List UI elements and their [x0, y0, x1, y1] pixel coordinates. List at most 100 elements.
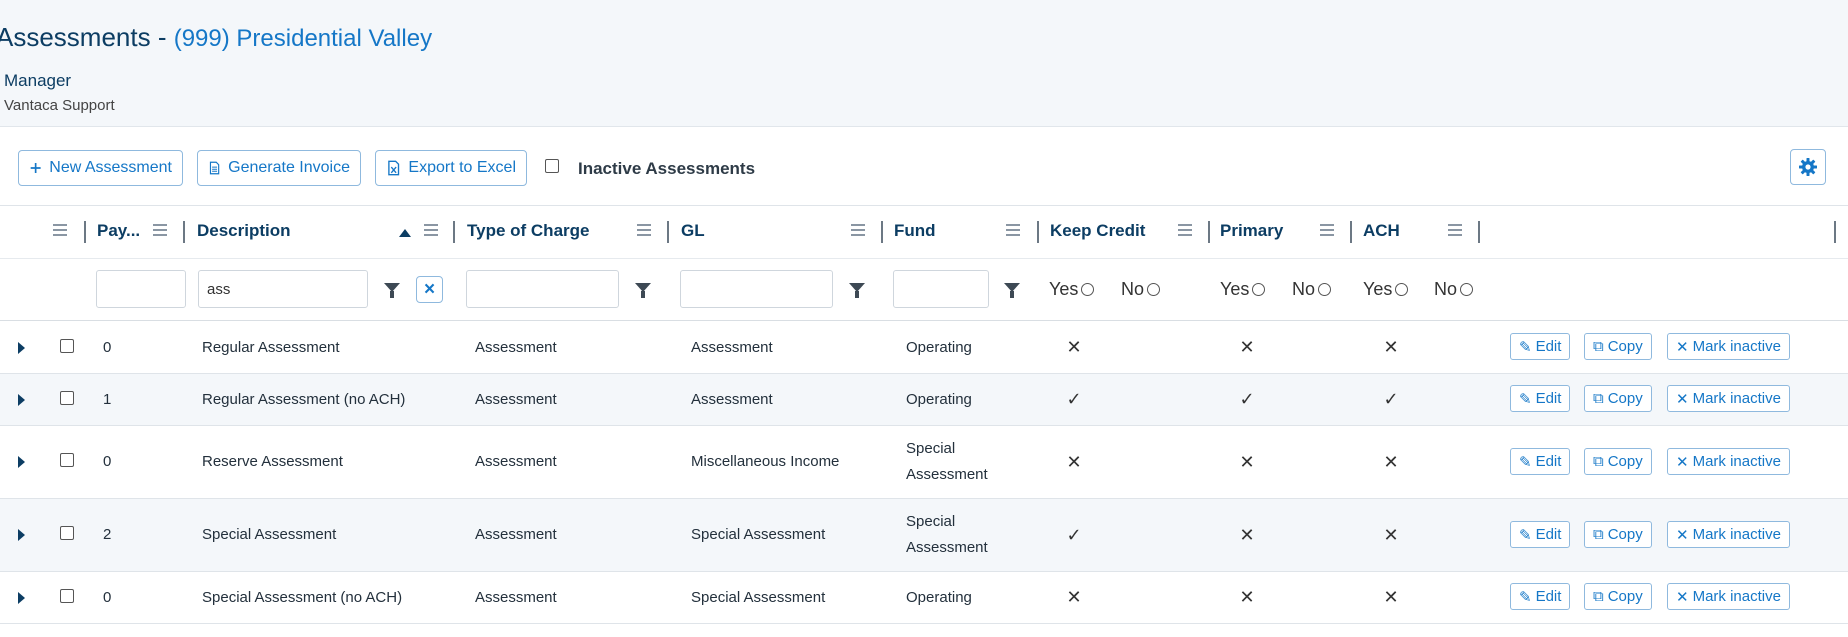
row-checkbox[interactable]	[60, 526, 74, 540]
column-menu-icon[interactable]	[1178, 224, 1192, 237]
mark-inactive-label: Mark inactive	[1692, 338, 1781, 355]
pencil-icon: ✎	[1519, 526, 1532, 544]
table-row[interactable]: 1 Regular Assessment (no ACH) Assessment…	[0, 374, 1848, 426]
row-checkbox[interactable]	[60, 453, 74, 467]
column-menu-icon[interactable]	[1006, 224, 1020, 237]
copy-button[interactable]: ⧉ Copy	[1584, 448, 1652, 475]
pencil-icon: ✎	[1519, 390, 1532, 408]
edit-button[interactable]: ✎ Edit	[1510, 521, 1571, 548]
mark-inactive-button[interactable]: ✕ Mark inactive	[1667, 385, 1790, 412]
clear-filter-button[interactable]: ×	[416, 276, 443, 303]
table-row[interactable]: 0 Special Assessment (no ACH) Assessment…	[0, 572, 1848, 624]
radio-button[interactable]	[1147, 282, 1161, 296]
cell-gl: Assessment	[691, 391, 773, 408]
expand-caret-icon[interactable]	[18, 529, 25, 541]
expand-caret-icon[interactable]	[18, 592, 25, 604]
keep-credit-no-radio[interactable]: No	[1121, 279, 1161, 300]
edit-button[interactable]: ✎ Edit	[1510, 333, 1571, 360]
column-menu-icon[interactable]	[637, 224, 651, 237]
pay-filter-input[interactable]	[96, 270, 186, 308]
association-link[interactable]: (999) Presidential Valley	[174, 25, 432, 52]
settings-button[interactable]	[1790, 149, 1826, 185]
column-menu-icon[interactable]	[53, 224, 67, 237]
description-filter-input[interactable]: ass	[198, 270, 368, 308]
column-separator[interactable]	[667, 221, 669, 243]
column-header-pay[interactable]: Pay...	[97, 221, 140, 241]
mark-inactive-button[interactable]: ✕ Mark inactive	[1667, 583, 1790, 610]
radio-button[interactable]	[1318, 282, 1332, 296]
manager-label: Manager	[4, 71, 72, 90]
new-assessment-button[interactable]: New Assessment	[18, 150, 183, 186]
ach-value: ✕	[1383, 525, 1399, 545]
column-separator[interactable]	[1350, 221, 1352, 243]
radio-button[interactable]	[1395, 282, 1409, 296]
column-menu-icon[interactable]	[1448, 224, 1462, 237]
ach-no-radio[interactable]: No	[1434, 279, 1474, 300]
column-separator[interactable]	[1834, 221, 1836, 243]
column-header-fund[interactable]: Fund	[894, 221, 936, 241]
edit-button[interactable]: ✎ Edit	[1510, 583, 1571, 610]
fund-filter-input[interactable]	[893, 270, 989, 308]
table-row[interactable]: 0 Reserve Assessment Assessment Miscella…	[0, 426, 1848, 499]
generate-invoice-button[interactable]: Generate Invoice	[197, 150, 361, 186]
gl-filter-input[interactable]	[680, 270, 833, 308]
copy-button[interactable]: ⧉ Copy	[1584, 583, 1652, 610]
column-separator[interactable]	[453, 221, 455, 243]
column-menu-icon[interactable]	[153, 224, 167, 237]
edit-button[interactable]: ✎ Edit	[1510, 448, 1571, 475]
table-row[interactable]: 0 Regular Assessment Assessment Assessme…	[0, 322, 1848, 374]
cell-type: Assessment	[475, 526, 557, 543]
row-checkbox[interactable]	[60, 589, 74, 603]
column-separator[interactable]	[881, 221, 883, 243]
ach-yes-radio[interactable]: Yes	[1363, 279, 1409, 300]
column-separator[interactable]	[1037, 221, 1039, 243]
column-separator[interactable]	[183, 221, 185, 243]
radio-button[interactable]	[1081, 282, 1095, 296]
mark-inactive-button[interactable]: ✕ Mark inactive	[1667, 333, 1790, 360]
edit-button[interactable]: ✎ Edit	[1510, 385, 1571, 412]
cell-type: Assessment	[475, 391, 557, 408]
filter-icon[interactable]	[635, 283, 651, 298]
radio-button[interactable]	[1460, 282, 1474, 296]
column-header-description[interactable]: Description	[197, 221, 291, 241]
primary-no-radio[interactable]: No	[1292, 279, 1332, 300]
copy-button[interactable]: ⧉ Copy	[1584, 333, 1652, 360]
copy-button[interactable]: ⧉ Copy	[1584, 521, 1652, 548]
row-checkbox[interactable]	[60, 391, 74, 405]
column-header-type-of-charge[interactable]: Type of Charge	[467, 221, 589, 241]
inactive-assessments-checkbox[interactable]	[545, 159, 559, 173]
column-header-keep-credit[interactable]: Keep Credit	[1050, 221, 1145, 241]
copy-label: Copy	[1607, 526, 1643, 543]
copy-button[interactable]: ⧉ Copy	[1584, 385, 1652, 412]
expand-caret-icon[interactable]	[18, 342, 25, 354]
primary-yes-radio[interactable]: Yes	[1220, 279, 1266, 300]
filter-icon[interactable]	[384, 283, 400, 298]
column-header-gl[interactable]: GL	[681, 221, 705, 241]
cell-gl: Assessment	[691, 339, 773, 356]
copy-label: Copy	[1607, 338, 1643, 355]
expand-caret-icon[interactable]	[18, 456, 25, 468]
excel-icon	[388, 160, 400, 176]
column-menu-icon[interactable]	[1320, 224, 1334, 237]
filter-icon[interactable]	[849, 283, 865, 298]
table-row[interactable]: 2 Special Assessment Assessment Special …	[0, 499, 1848, 572]
close-icon: ✕	[1676, 338, 1689, 356]
column-header-ach[interactable]: ACH	[1363, 221, 1400, 241]
column-header-primary[interactable]: Primary	[1220, 221, 1283, 241]
column-separator[interactable]	[84, 221, 86, 243]
copy-icon: ⧉	[1593, 453, 1604, 470]
keep-credit-yes-radio[interactable]: Yes	[1049, 279, 1095, 300]
column-separator[interactable]	[1208, 221, 1210, 243]
filter-icon[interactable]	[1004, 283, 1020, 298]
column-menu-icon[interactable]	[424, 224, 438, 237]
mark-inactive-button[interactable]: ✕ Mark inactive	[1667, 448, 1790, 475]
column-separator[interactable]	[1478, 221, 1480, 243]
export-excel-button[interactable]: Export to Excel	[375, 150, 527, 186]
radio-button[interactable]	[1252, 282, 1266, 296]
mark-inactive-button[interactable]: ✕ Mark inactive	[1667, 521, 1790, 548]
type-filter-input[interactable]	[466, 270, 619, 308]
column-menu-icon[interactable]	[851, 224, 865, 237]
row-checkbox[interactable]	[60, 339, 74, 353]
expand-caret-icon[interactable]	[18, 394, 25, 406]
cell-type: Assessment	[475, 589, 557, 606]
